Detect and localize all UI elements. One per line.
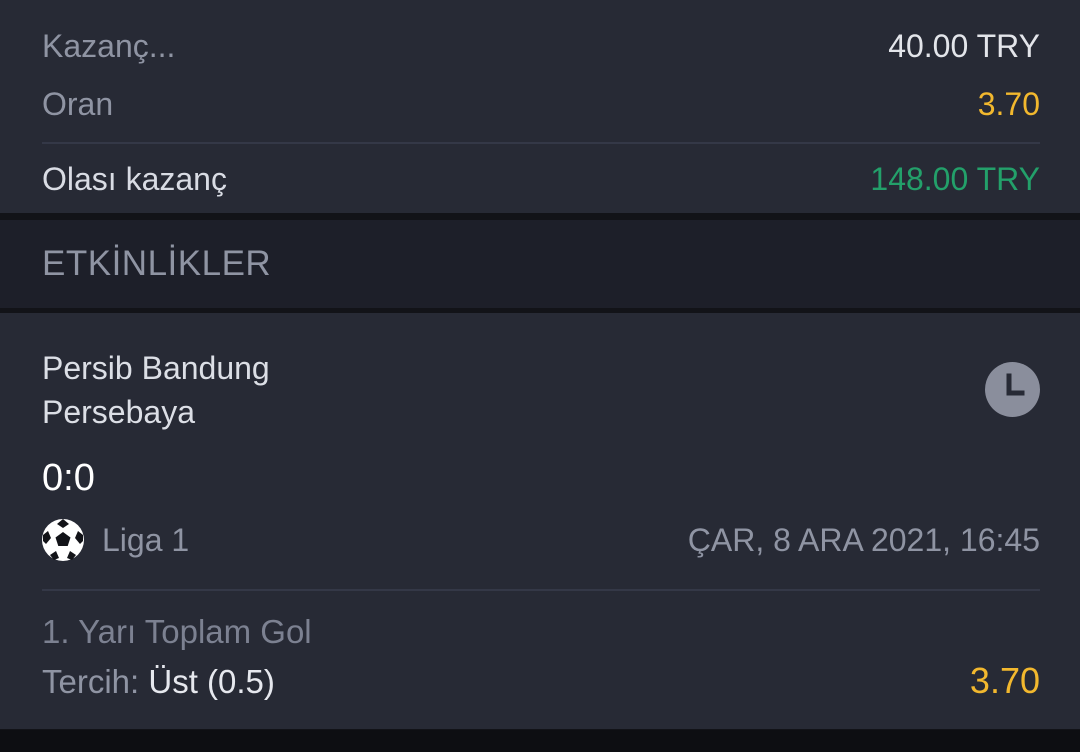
- clock-icon: [985, 362, 1040, 417]
- soccer-ball-icon: [42, 519, 84, 561]
- pick-label: Tercih:: [42, 663, 140, 700]
- events-section-title: ETKİNLİKLER: [42, 244, 272, 283]
- pick-value: Üst (0.5): [148, 663, 275, 700]
- events-section-header: ETKİNLİKLER: [0, 220, 1080, 308]
- potential-payout-label: Olası kazanç: [42, 161, 227, 197]
- stake-label: Kazanç...: [42, 28, 176, 64]
- odds-row: Oran 3.70: [42, 84, 1040, 124]
- odds-value: 3.70: [977, 86, 1040, 122]
- home-team: Persib Bandung: [42, 350, 270, 386]
- stake-value: 40.00 TRY: [888, 28, 1040, 64]
- market-name: 1. Yarı Toplam Gol: [42, 613, 312, 650]
- pick-odds: 3.70: [969, 660, 1040, 701]
- bet-summary-panel: Kazanç... 40.00 TRY Oran 3.70 Olası kaza…: [0, 0, 1080, 213]
- potential-payout-row: Olası kazanç 148.00 TRY: [42, 159, 1040, 199]
- pick-row: Tercih: Üst (0.5): [42, 662, 275, 702]
- league-name: Liga 1: [102, 522, 190, 558]
- away-team: Persebaya: [42, 394, 195, 430]
- odds-label: Oran: [42, 86, 114, 122]
- event-datetime: ÇAR, 8 ARA 2021, 16:45: [687, 522, 1040, 558]
- match-score: 0:0: [42, 457, 95, 499]
- event-divider: [42, 589, 1040, 591]
- event-card[interactable]: Persib Bandung Persebaya 0:0 Liga 1 ÇAR,…: [0, 313, 1080, 729]
- summary-divider: [42, 142, 1040, 144]
- bottom-edge: [0, 730, 1080, 752]
- stake-row: Kazanç... 40.00 TRY: [42, 26, 1040, 66]
- potential-payout-value: 148.00 TRY: [870, 161, 1040, 197]
